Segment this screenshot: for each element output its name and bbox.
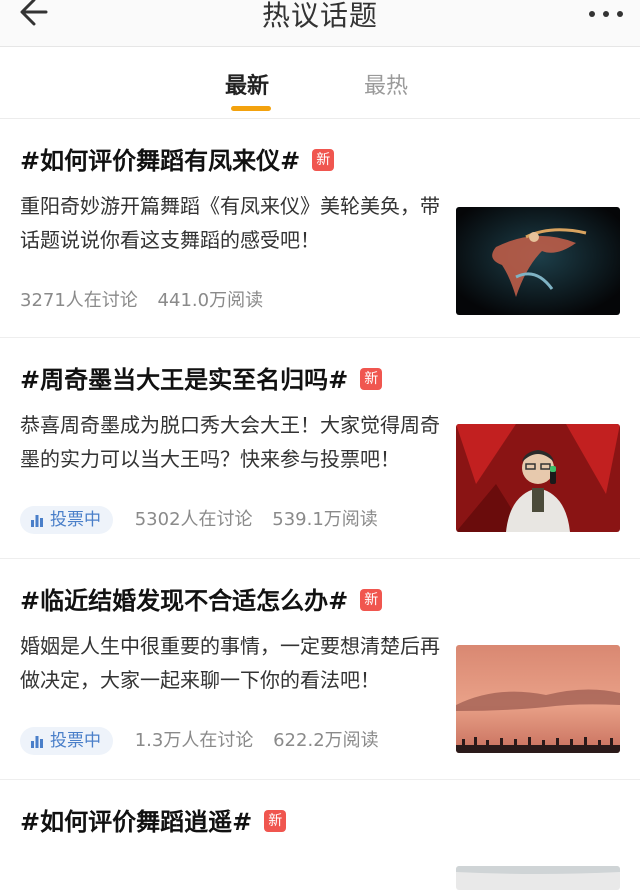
new-badge: 新 — [360, 588, 383, 611]
tab-bar: 最新 最热 — [0, 46, 640, 119]
new-badge: 新 — [264, 809, 287, 832]
topic-title[interactable]: #如何评价舞蹈有凤来仪# 新 — [20, 141, 335, 176]
topic-stats: 投票中 5302人在讨论 539.1万阅读 — [20, 506, 392, 534]
bar-chart-icon — [31, 515, 43, 527]
vote-status-pill[interactable]: 投票中 — [20, 727, 113, 755]
vote-status-pill[interactable]: 投票中 — [20, 506, 113, 534]
read-count: 622.2万阅读 — [273, 730, 379, 751]
topic-description: 重阳奇妙游开篇舞蹈《有凤来仪》美轮美奂，带话题说说你看这支舞蹈的感受吧！ — [20, 194, 440, 252]
vote-status-label: 投票中 — [50, 731, 101, 751]
page-title: 热议话题 — [261, 0, 378, 32]
new-badge: 新 — [312, 148, 335, 171]
topic-item[interactable]: #周奇墨当大王是实至名归吗# 新 恭喜周奇墨成为脱口秀大会大王！大家觉得周奇墨的实… — [0, 338, 640, 559]
topic-item[interactable]: #临近结婚发现不合适怎么办# 新 婚姻是人生中很重要的事情，一定要想清楚后再做决定… — [0, 559, 640, 780]
discussion-count: 3271人在讨论 — [20, 290, 138, 311]
topic-title[interactable]: #周奇墨当大王是实至名归吗# 新 — [20, 360, 383, 395]
bar-chart-icon — [31, 736, 43, 748]
topic-title-text: #如何评价舞蹈逍遥# — [20, 808, 253, 836]
vote-status-label: 投票中 — [50, 510, 101, 530]
topic-item[interactable]: #如何评价舞蹈有凤来仪# 新 重阳奇妙游开篇舞蹈《有凤来仪》美轮美奂，带话题说说你… — [0, 119, 640, 338]
top-bar: 热议话题 — [0, 0, 640, 47]
active-tab-indicator — [231, 106, 271, 111]
more-dots-icon[interactable] — [586, 6, 626, 20]
discussion-count: 1.3万人在讨论 — [134, 730, 254, 751]
topic-item[interactable]: #如何评价舞蹈逍遥# 新 — [0, 780, 640, 890]
discussion-count: 5302人在讨论 — [134, 509, 253, 530]
topic-stats: 3271人在讨论 441.0万阅读 — [20, 287, 277, 315]
topic-title-text: #临近结婚发现不合适怎么办# — [20, 587, 349, 615]
topic-description: 恭喜周奇墨成为脱口秀大会大王！大家觉得周奇墨的实力可以当大王吗？快来参与投票吧！ — [20, 413, 440, 471]
tab-latest[interactable]: 最新 — [225, 68, 269, 108]
tab-hot[interactable]: 最热 — [364, 68, 408, 108]
topic-title-text: #周奇墨当大王是实至名归吗# — [20, 366, 349, 394]
topic-title[interactable]: #如何评价舞蹈逍遥# 新 — [20, 802, 287, 837]
topic-title-text: #如何评价舞蹈有凤来仪# — [20, 147, 301, 175]
topic-thumbnail-dance[interactable] — [456, 207, 620, 315]
topic-thumbnail[interactable] — [456, 866, 620, 890]
topic-thumbnail-comedian[interactable] — [456, 424, 620, 532]
topic-thumbnail-sunset[interactable] — [456, 645, 620, 753]
topic-description: 婚姻是人生中很重要的事情，一定要想清楚后再做决定，大家一起来聊一下你的看法吧！ — [20, 634, 440, 692]
new-badge: 新 — [360, 367, 383, 390]
read-count: 441.0万阅读 — [157, 290, 264, 311]
read-count: 539.1万阅读 — [272, 509, 378, 530]
topic-title[interactable]: #临近结婚发现不合适怎么办# 新 — [20, 581, 383, 616]
topic-stats: 投票中 1.3万人在讨论 622.2万阅读 — [20, 727, 393, 755]
